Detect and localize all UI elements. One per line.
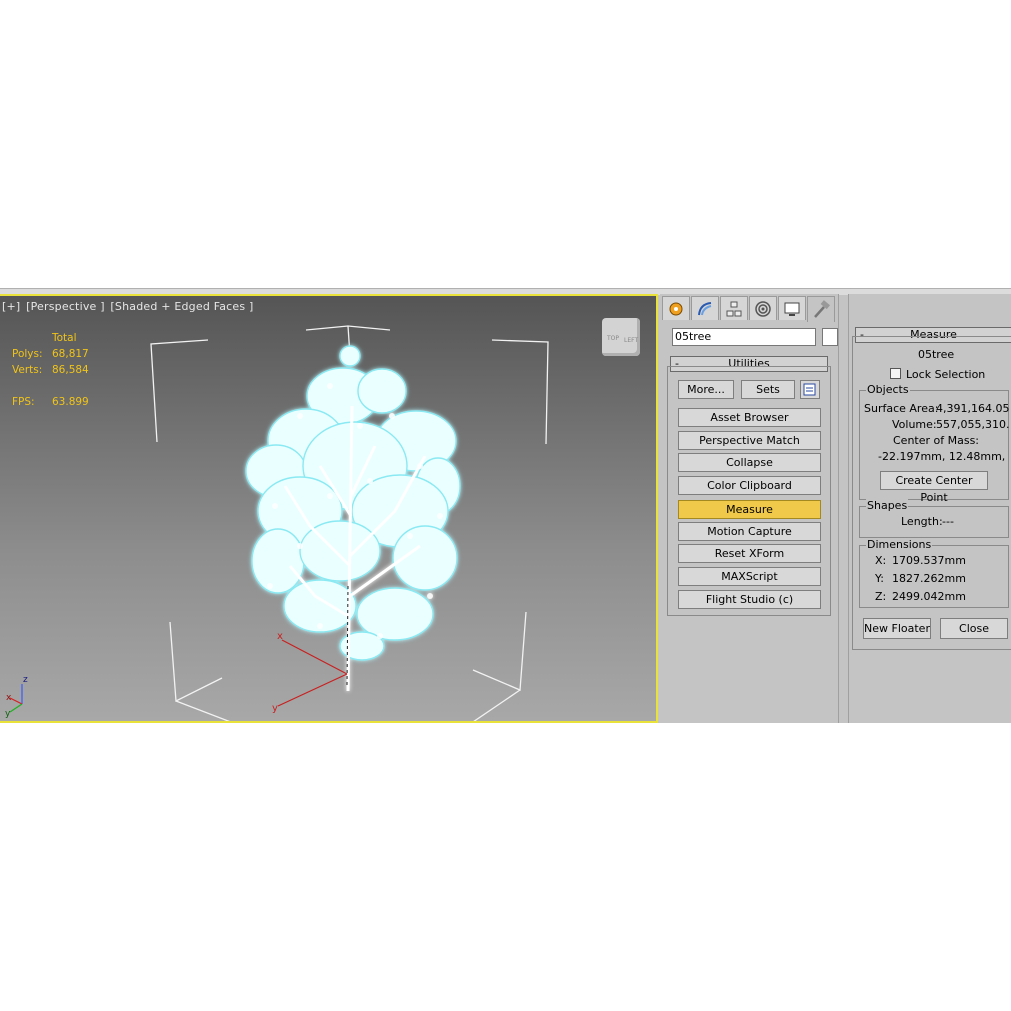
collapse-button[interactable]: Collapse <box>678 453 821 472</box>
display-icon <box>784 302 800 316</box>
create-icon <box>669 302 683 315</box>
dimension-x-value: 1709.537mm <box>892 554 966 567</box>
tab-motion[interactable] <box>749 296 777 320</box>
world-axis-tripod: z x y <box>5 675 28 719</box>
surface-area-label: Surface Area: <box>864 402 939 415</box>
object-name-field[interactable]: 05tree <box>672 328 816 346</box>
dimension-x-label: X: <box>875 554 887 567</box>
perspective-viewport[interactable]: [+] [Perspective ] [Shaded + Edged Faces… <box>0 294 658 723</box>
dimension-y-label: Y: <box>875 572 884 585</box>
command-panel-tabs <box>662 296 836 322</box>
length-value: --- <box>942 515 954 528</box>
configure-sets-button[interactable] <box>800 380 820 399</box>
flight-studio-button[interactable]: Flight Studio (c) <box>678 590 821 609</box>
tab-display[interactable] <box>778 296 806 320</box>
measure-button[interactable]: Measure <box>678 500 821 519</box>
lock-selection-checkbox[interactable] <box>890 368 901 379</box>
motion-capture-button[interactable]: Motion Capture <box>678 522 821 541</box>
objects-group-title: Objects <box>866 383 910 396</box>
create-center-point-button[interactable]: Create Center Point <box>880 471 988 504</box>
dimension-y-value: 1827.262mm <box>892 572 966 585</box>
sets-button[interactable]: Sets <box>741 380 795 399</box>
dimension-z-value: 2499.042mm <box>892 590 966 603</box>
transform-gizmo[interactable] <box>277 639 348 707</box>
dimensions-group-title: Dimensions <box>866 538 933 551</box>
measured-object-name: 05tree <box>918 348 955 361</box>
surface-area-value: 4,391,164.05 <box>936 402 1010 415</box>
measure-utility-panel: - Measure 05tree Lock Selection Objects … <box>848 294 1011 723</box>
object-color-swatch[interactable] <box>822 328 838 346</box>
axis-z-label: z <box>23 675 28 685</box>
asset-browser-button[interactable]: Asset Browser <box>678 408 821 427</box>
volume-value: 557,055,310. <box>936 418 1010 431</box>
shapes-group-title: Shapes <box>866 499 909 512</box>
color-clipboard-button[interactable]: Color Clipboard <box>678 476 821 495</box>
tree-model[interactable]: x y z x y <box>0 296 658 723</box>
axis-x-label: x <box>6 693 12 703</box>
gizmo-y-label: y <box>272 703 278 714</box>
close-button[interactable]: Close <box>940 618 1008 639</box>
center-of-mass-label: Center of Mass: <box>893 434 980 447</box>
new-floater-button[interactable]: New Floater <box>863 618 931 639</box>
modify-icon <box>698 301 712 315</box>
volume-label: Volume: <box>892 418 937 431</box>
viewcube-left-label: LEFT <box>624 337 638 344</box>
more-button[interactable]: More... <box>678 380 734 399</box>
tab-hierarchy[interactable] <box>720 296 748 320</box>
gizmo-x-label: x <box>277 631 283 642</box>
utilities-icon <box>814 299 830 318</box>
configure-sets-icon <box>803 383 816 396</box>
length-label: Length: <box>901 515 943 528</box>
viewcube-icon[interactable]: TOP LEFT <box>602 318 640 356</box>
viewcube-top-label: TOP <box>606 335 619 342</box>
perspective-match-button[interactable]: Perspective Match <box>678 431 821 450</box>
reset-xform-button[interactable]: Reset XForm <box>678 544 821 563</box>
tab-create[interactable] <box>662 296 690 320</box>
tab-modify[interactable] <box>691 296 719 320</box>
axis-y-label: y <box>5 709 11 719</box>
dimension-z-label: Z: <box>875 590 887 603</box>
maxscript-button[interactable]: MAXScript <box>678 567 821 586</box>
3dsmax-window: [+] [Perspective ] [Shaded + Edged Faces… <box>0 288 1011 723</box>
hierarchy-icon <box>726 301 742 316</box>
motion-icon <box>755 300 771 317</box>
center-of-mass-value: -22.197mm, 12.48mm, <box>878 450 1006 463</box>
tab-utilities[interactable] <box>807 296 835 322</box>
command-panel: 05tree - Utilities More... Sets Asset Br… <box>660 294 839 723</box>
lock-selection-label: Lock Selection <box>906 368 986 381</box>
